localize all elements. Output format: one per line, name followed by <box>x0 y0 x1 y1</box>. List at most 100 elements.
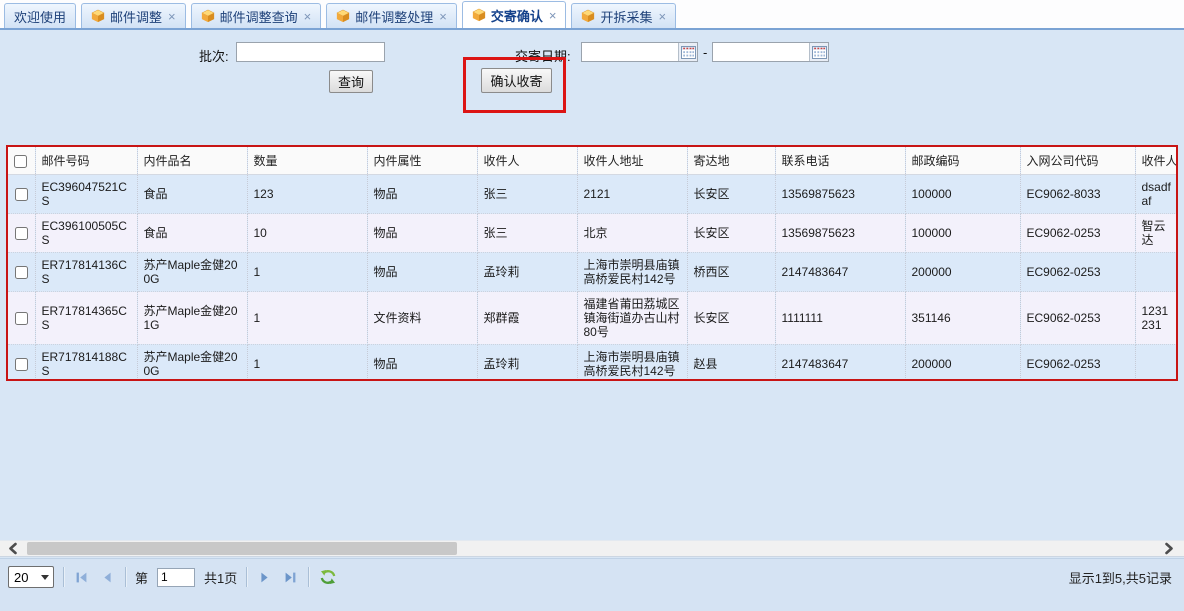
package-icon <box>472 8 486 22</box>
date-to-field <box>712 42 829 62</box>
row-checkbox[interactable] <box>15 358 28 371</box>
table-row[interactable]: ER717814365CS 苏产Maple金健201G 1 文件资料 郑群霞 福… <box>8 292 1176 345</box>
cell-company-code: EC9062-0253 <box>1020 214 1135 253</box>
cell-quantity: 10 <box>247 214 367 253</box>
last-page-button[interactable] <box>282 569 299 585</box>
select-all-checkbox[interactable] <box>14 155 27 168</box>
cell-item-name: 食品 <box>137 214 247 253</box>
column-header[interactable]: 寄达地 <box>687 147 775 175</box>
scrollbar-thumb[interactable] <box>27 542 457 555</box>
select-all-cell <box>8 147 35 175</box>
cell-recipient: 孟玲莉 <box>477 253 577 292</box>
column-header[interactable]: 邮件号码 <box>35 147 137 175</box>
confirm-receive-button[interactable]: 确认收寄 <box>481 68 552 93</box>
tab-label: 欢迎使用 <box>14 7 66 26</box>
tab-close-icon[interactable]: × <box>439 9 447 24</box>
data-table: 邮件号码内件品名数量内件属性收件人收件人地址寄达地联系电话邮政编码入网公司代码收… <box>8 147 1176 379</box>
cell-company-code: EC9062-0253 <box>1020 292 1135 345</box>
cell-mail-number: ER717814188CS <box>35 345 137 380</box>
cell-postcode: 100000 <box>905 214 1020 253</box>
page-number-input[interactable] <box>157 568 195 587</box>
column-header[interactable]: 收件人 <box>477 147 577 175</box>
date-to-input[interactable] <box>713 43 809 61</box>
tab-close-icon[interactable]: × <box>168 9 176 24</box>
date-from-input[interactable] <box>582 43 678 61</box>
cell-recipient-unit: 智云达 <box>1135 214 1176 253</box>
calendar-icon[interactable] <box>678 43 697 61</box>
cell-destination: 赵县 <box>687 345 775 380</box>
row-checkbox-cell <box>8 292 35 345</box>
toolbar-separator <box>63 567 64 587</box>
tab-close-icon[interactable]: × <box>549 8 557 23</box>
batch-input[interactable] <box>236 42 385 62</box>
tab-label: 邮件调整处理 <box>355 7 433 26</box>
cell-recipient: 张三 <box>477 214 577 253</box>
prev-page-button[interactable] <box>99 569 116 585</box>
tab-mail-adjust-query[interactable]: 邮件调整查询 × <box>191 3 322 28</box>
column-header[interactable]: 内件品名 <box>137 147 247 175</box>
cell-item-name: 苏产Maple金健201G <box>137 292 247 345</box>
tab-welcome[interactable]: 欢迎使用 <box>4 3 76 28</box>
tab-close-icon[interactable]: × <box>658 9 666 24</box>
data-table-wrap: 邮件号码内件品名数量内件属性收件人收件人地址寄达地联系电话邮政编码入网公司代码收… <box>8 147 1176 379</box>
date-from-field <box>581 42 698 62</box>
column-header[interactable]: 数量 <box>247 147 367 175</box>
cell-quantity: 123 <box>247 175 367 214</box>
column-header[interactable]: 内件属性 <box>367 147 477 175</box>
delivery-date-label: 交寄日期: <box>515 46 571 65</box>
cell-company-code: EC9062-0253 <box>1020 253 1135 292</box>
cell-address: 北京 <box>577 214 687 253</box>
tab-open-collect[interactable]: 开拆采集 × <box>571 3 676 28</box>
table-row[interactable]: EC396100505CS 食品 10 物品 张三 北京 长安区 1356987… <box>8 214 1176 253</box>
scroll-right-icon[interactable] <box>1159 541 1179 556</box>
column-header[interactable]: 收件人单 <box>1135 147 1176 175</box>
column-header[interactable]: 联系电话 <box>775 147 905 175</box>
column-header[interactable]: 收件人地址 <box>577 147 687 175</box>
cell-phone: 2147483647 <box>775 253 905 292</box>
table-row[interactable]: ER717814136CS 苏产Maple金健200G 1 物品 孟玲莉 上海市… <box>8 253 1176 292</box>
batch-label: 批次: <box>199 46 229 65</box>
tab-mail-adjust-process[interactable]: 邮件调整处理 × <box>326 3 457 28</box>
cell-item-attr: 物品 <box>367 345 477 380</box>
cell-phone: 13569875623 <box>775 175 905 214</box>
row-checkbox[interactable] <box>15 266 28 279</box>
calendar-icon[interactable] <box>809 43 828 61</box>
table-row[interactable]: ER717814188CS 苏产Maple金健200G 1 物品 孟玲莉 上海市… <box>8 345 1176 380</box>
row-checkbox[interactable] <box>15 312 28 325</box>
cell-company-code: EC9062-8033 <box>1020 175 1135 214</box>
query-button[interactable]: 查询 <box>329 70 373 93</box>
first-page-button[interactable] <box>73 569 90 585</box>
tab-label: 邮件调整 <box>110 7 162 26</box>
tab-label: 邮件调整查询 <box>220 7 298 26</box>
cell-address: 2121 <box>577 175 687 214</box>
cell-destination: 长安区 <box>687 292 775 345</box>
package-icon <box>91 9 105 23</box>
column-header[interactable]: 邮政编码 <box>905 147 1020 175</box>
cell-item-name: 苏产Maple金健200G <box>137 253 247 292</box>
cell-item-attr: 文件资料 <box>367 292 477 345</box>
tab-mail-adjust[interactable]: 邮件调整 × <box>81 3 186 28</box>
next-page-button[interactable] <box>256 569 273 585</box>
cell-destination: 长安区 <box>687 214 775 253</box>
cell-postcode: 200000 <box>905 345 1020 380</box>
refresh-icon[interactable] <box>318 569 338 585</box>
row-checkbox[interactable] <box>15 188 28 201</box>
cell-item-attr: 物品 <box>367 253 477 292</box>
table-row[interactable]: EC396047521CS 食品 123 物品 张三 2121 长安区 1356… <box>8 175 1176 214</box>
scroll-left-icon[interactable] <box>3 541 23 556</box>
tab-delivery-confirm[interactable]: 交寄确认 × <box>462 1 567 28</box>
tab-close-icon[interactable]: × <box>304 9 312 24</box>
column-header[interactable]: 入网公司代码 <box>1020 147 1135 175</box>
toolbar-separator <box>125 567 126 587</box>
cell-quantity: 1 <box>247 345 367 380</box>
page-suffix-label: 共1页 <box>204 568 237 587</box>
row-checkbox-cell <box>8 345 35 380</box>
toolbar-separator <box>308 567 309 587</box>
page-size-select[interactable]: 20 <box>8 566 54 588</box>
row-checkbox-cell <box>8 214 35 253</box>
cell-recipient-unit: 1231231 <box>1135 292 1176 345</box>
cell-item-attr: 物品 <box>367 214 477 253</box>
row-checkbox[interactable] <box>15 227 28 240</box>
cell-item-attr: 物品 <box>367 175 477 214</box>
cell-destination: 桥西区 <box>687 253 775 292</box>
